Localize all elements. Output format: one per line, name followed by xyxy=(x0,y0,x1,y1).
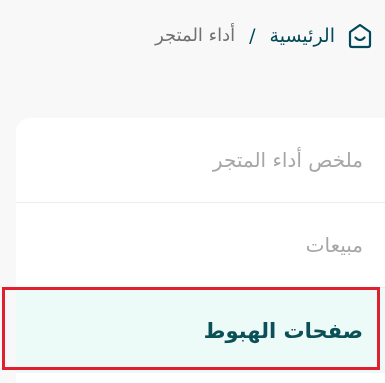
breadcrumb: الرئيسية / أداء المتجر xyxy=(155,18,375,54)
store-performance-page: الرئيسية / أداء المتجر ملخص أداء المتجر … xyxy=(0,0,385,383)
menu-item-label: ملخص أداء المتجر xyxy=(212,148,363,172)
menu-item-label: صفحات الهبوط xyxy=(203,318,363,343)
menu-item-label: مبيعات xyxy=(305,233,363,257)
menu-item-landing-pages[interactable]: صفحات الهبوط xyxy=(16,288,385,373)
store-smile-icon[interactable] xyxy=(345,21,375,51)
menu-item-sales[interactable]: مبيعات xyxy=(16,203,385,288)
breadcrumb-home-link[interactable]: الرئيسية xyxy=(270,26,335,46)
breadcrumb-separator: / xyxy=(249,24,256,47)
menu-item-store-summary[interactable]: ملخص أداء المتجر xyxy=(16,118,385,203)
breadcrumb-current: أداء المتجر xyxy=(155,25,236,46)
performance-menu: ملخص أداء المتجر مبيعات صفحات الهبوط xyxy=(16,118,385,383)
